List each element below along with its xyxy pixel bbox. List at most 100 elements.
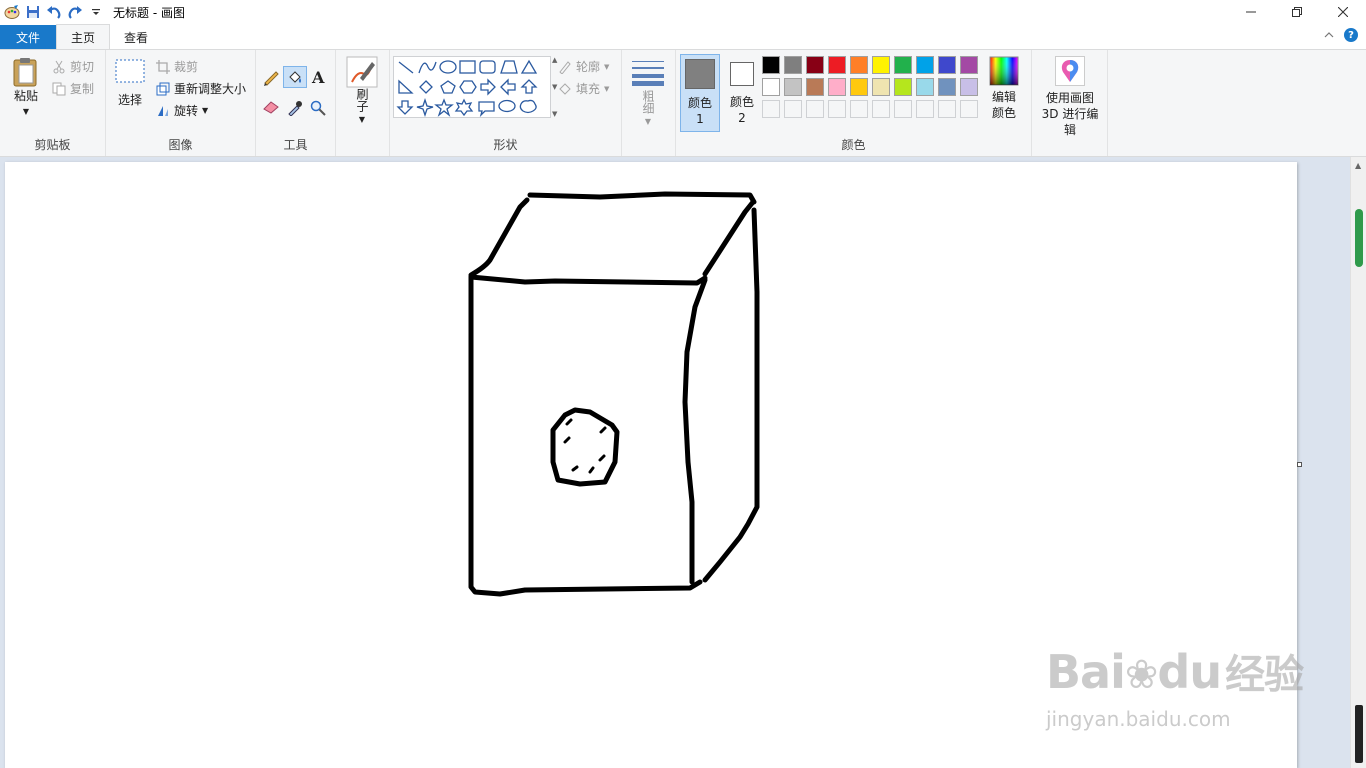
color2-button[interactable]: 颜色 2: [724, 54, 760, 132]
customize-quick-access-icon[interactable]: [87, 3, 105, 21]
brush-dropdown-icon[interactable]: ▼: [359, 112, 365, 128]
tab-view[interactable]: 查看: [110, 25, 162, 49]
custom-color-slot[interactable]: [894, 100, 912, 118]
paste-button[interactable]: 粘贴 ▼: [8, 56, 44, 120]
eraser-icon[interactable]: [262, 100, 280, 117]
fill-button[interactable]: 填充 ▼: [558, 80, 609, 97]
custom-color-slot[interactable]: [872, 100, 890, 118]
palette-swatch[interactable]: [916, 78, 934, 96]
save-icon[interactable]: [24, 3, 42, 21]
size-dropdown-icon[interactable]: ▼: [645, 114, 651, 130]
palette-swatch[interactable]: [806, 56, 824, 74]
pentagon-shape[interactable]: [440, 80, 456, 94]
fill-bucket-icon[interactable]: [283, 66, 307, 88]
brush-button[interactable]: 刷子 ▼: [344, 56, 380, 128]
palette-swatch[interactable]: [762, 78, 780, 96]
crop-button[interactable]: 裁剪: [156, 58, 198, 75]
paint-app-icon[interactable]: [3, 3, 21, 21]
palette-swatch[interactable]: [938, 78, 956, 96]
scissors-icon: [53, 60, 65, 73]
outline-button[interactable]: 轮廓 ▼: [558, 58, 609, 75]
cloud-callout-shape[interactable]: [519, 99, 537, 114]
tab-home[interactable]: 主页: [56, 24, 111, 49]
palette-swatch[interactable]: [960, 78, 978, 96]
undo-icon[interactable]: [45, 3, 63, 21]
five-point-star-shape[interactable]: [434, 98, 454, 117]
paste-dropdown-icon[interactable]: ▼: [23, 104, 29, 120]
custom-color-slot[interactable]: [960, 100, 978, 118]
palette-swatch[interactable]: [960, 56, 978, 74]
color-picker-icon[interactable]: [287, 100, 303, 119]
right-triangle-shape[interactable]: [398, 79, 414, 94]
palette-swatch[interactable]: [762, 56, 780, 74]
canvas-resize-handle[interactable]: [1297, 462, 1302, 467]
palette-swatch[interactable]: [938, 56, 956, 74]
palette-swatch[interactable]: [784, 78, 802, 96]
custom-color-slot[interactable]: [916, 100, 934, 118]
six-point-star-shape[interactable]: [454, 98, 474, 117]
brush-icon: [346, 56, 378, 88]
palette-swatch[interactable]: [850, 56, 868, 74]
rectangle-shape[interactable]: [459, 60, 476, 74]
close-button[interactable]: [1320, 0, 1366, 24]
palette-swatch[interactable]: [894, 56, 912, 74]
size-button[interactable]: 粗细 ▼: [630, 60, 666, 130]
select-button[interactable]: 选择: [112, 58, 148, 108]
cut-button[interactable]: 剪切: [52, 58, 94, 75]
scrollbar-thumb[interactable]: [1355, 209, 1363, 267]
oval-shape[interactable]: [439, 60, 457, 74]
vertical-scrollbar[interactable]: ▲: [1350, 157, 1366, 768]
palette-swatch[interactable]: [828, 78, 846, 96]
diamond-shape[interactable]: [419, 80, 433, 94]
palette-swatch[interactable]: [828, 56, 846, 74]
down-arrow-shape[interactable]: [396, 100, 414, 115]
palette-swatch[interactable]: [872, 78, 890, 96]
palette-swatch[interactable]: [894, 78, 912, 96]
collapse-ribbon-icon[interactable]: [1324, 28, 1334, 42]
rounded-callout-shape[interactable]: [478, 101, 495, 118]
palette-swatch[interactable]: [850, 78, 868, 96]
color2-label: 颜色 2: [729, 95, 754, 125]
custom-color-slot[interactable]: [784, 100, 802, 118]
scroll-up-arrow-icon[interactable]: ▲: [1355, 161, 1361, 170]
copy-button[interactable]: 复制: [52, 80, 94, 97]
help-icon[interactable]: ?: [1344, 28, 1358, 42]
text-tool-icon[interactable]: A: [312, 68, 324, 87]
restore-button[interactable]: [1274, 0, 1320, 24]
fill-dropdown-icon[interactable]: ▼: [604, 85, 609, 93]
right-arrow-shape[interactable]: [480, 78, 496, 96]
shapes-group-label: 形状: [493, 138, 518, 152]
expand-gallery-icon[interactable]: ▼: [552, 110, 562, 118]
rotate-button[interactable]: 旋转 ▼: [156, 102, 208, 119]
triangle-shape[interactable]: [520, 59, 538, 74]
palette-swatch[interactable]: [916, 56, 934, 74]
custom-color-slot[interactable]: [850, 100, 868, 118]
custom-color-slot[interactable]: [828, 100, 846, 118]
rounded-rectangle-shape[interactable]: [479, 60, 496, 74]
left-arrow-shape[interactable]: [500, 78, 516, 96]
magnifier-icon[interactable]: [310, 100, 326, 119]
line-shape[interactable]: [398, 61, 414, 74]
oval-callout-shape[interactable]: [498, 99, 516, 113]
custom-color-slot[interactable]: [762, 100, 780, 118]
pencil-icon[interactable]: [262, 68, 280, 89]
minimize-button[interactable]: [1228, 0, 1274, 24]
rotate-dropdown-icon[interactable]: ▼: [202, 106, 208, 115]
polygon-shape[interactable]: [500, 60, 518, 74]
palette-swatch[interactable]: [872, 56, 890, 74]
custom-color-slot[interactable]: [938, 100, 956, 118]
curve-shape[interactable]: [418, 61, 437, 74]
tab-file[interactable]: 文件: [0, 25, 56, 49]
hexagon-shape[interactable]: [459, 80, 477, 94]
palette-swatch[interactable]: [784, 56, 802, 74]
resize-button[interactable]: 重新调整大小: [156, 80, 246, 97]
four-point-star-shape[interactable]: [416, 97, 434, 118]
custom-color-slot[interactable]: [806, 100, 824, 118]
color1-button[interactable]: 颜色 1: [680, 54, 720, 132]
outline-dropdown-icon[interactable]: ▼: [604, 63, 609, 71]
paint3d-button[interactable]: 使用画图 3D 进行编辑: [1036, 56, 1104, 138]
up-arrow-shape[interactable]: [520, 79, 538, 94]
redo-icon[interactable]: [66, 3, 84, 21]
palette-swatch[interactable]: [806, 78, 824, 96]
edit-colors-button[interactable]: 编辑颜色: [986, 56, 1022, 121]
